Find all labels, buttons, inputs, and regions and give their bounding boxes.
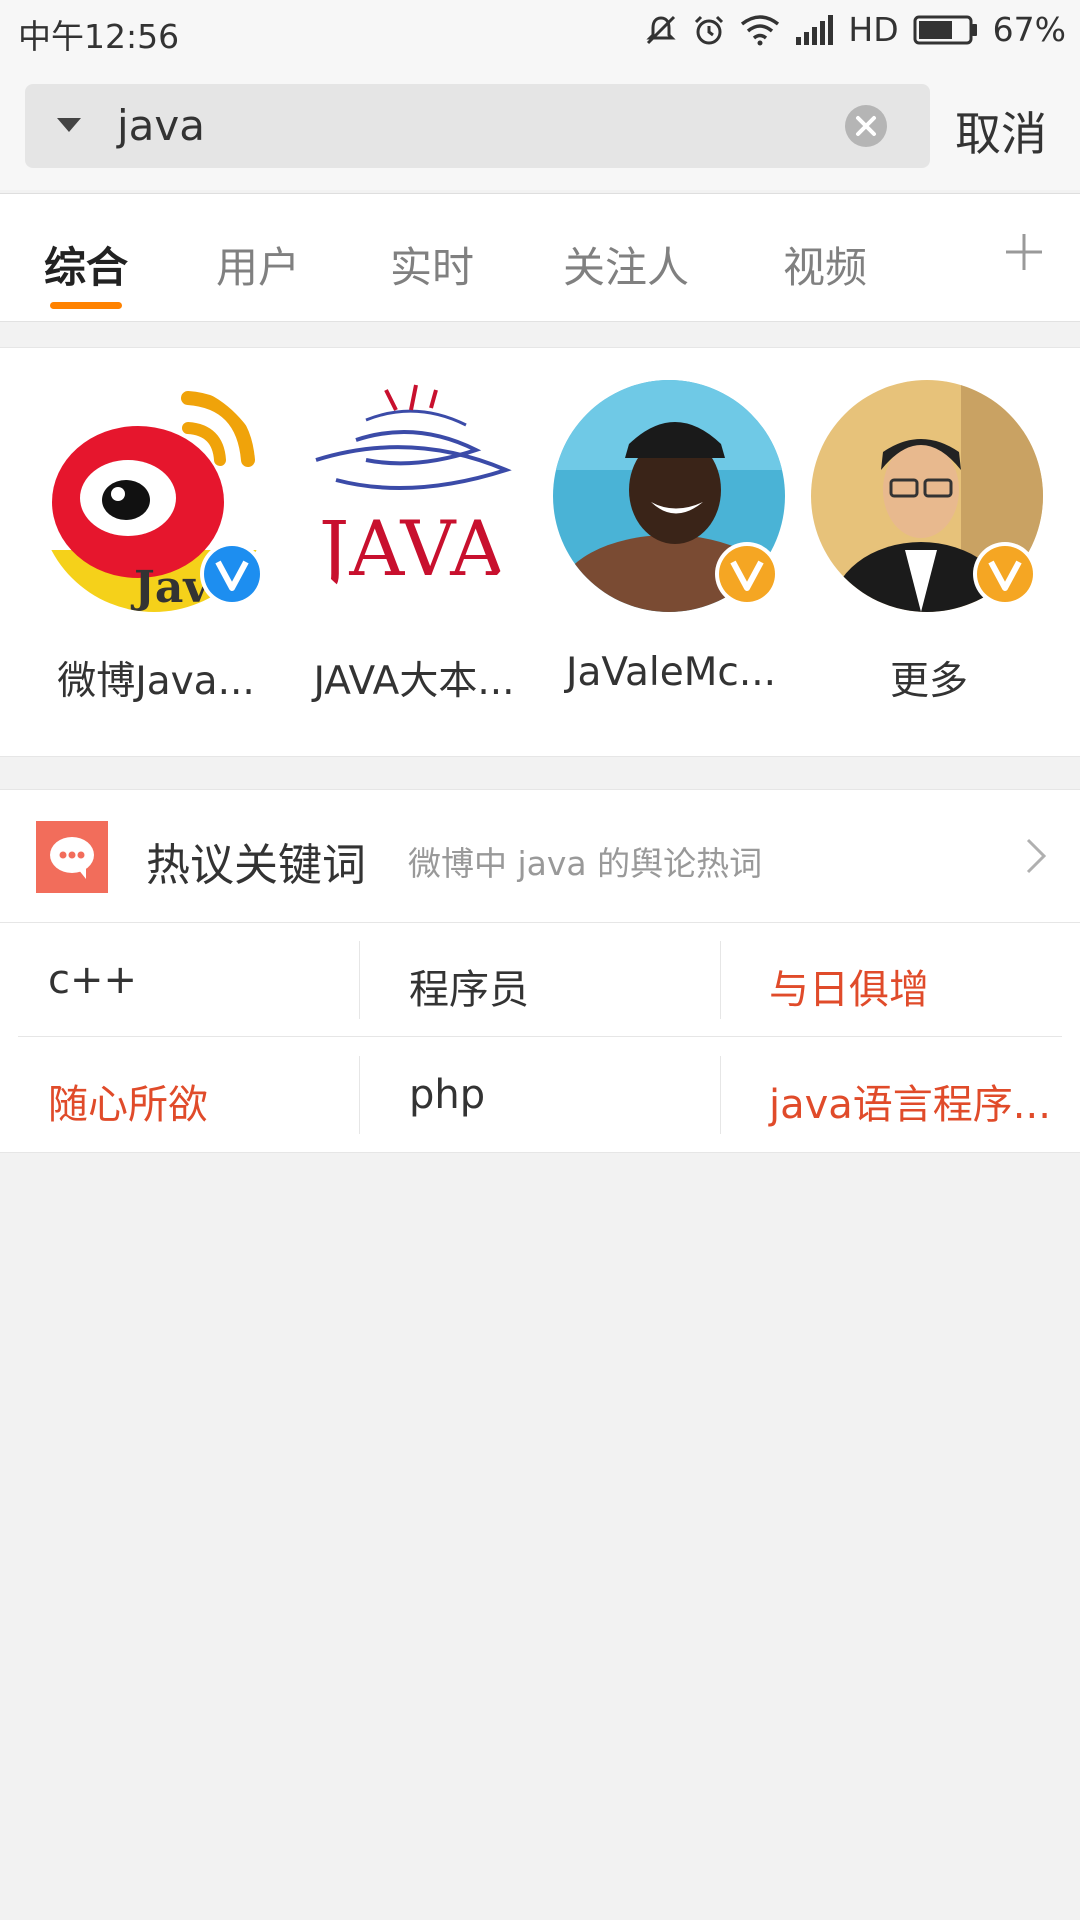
hot-discussion-icon bbox=[36, 821, 108, 893]
users-section: Java 微博Java... JAVA JAVA大本... JaValeMc..… bbox=[0, 347, 1080, 757]
status-bar: 中午12:56 HD 67% bbox=[0, 0, 1080, 62]
hot-keywords-subtitle: 微博中 java 的舆论热词 bbox=[408, 844, 763, 883]
alarm-icon bbox=[695, 15, 724, 44]
user-name: JaValeMc... bbox=[565, 650, 777, 695]
divider bbox=[18, 1036, 1062, 1037]
keyword-item-hot[interactable]: 与日俱增 bbox=[769, 957, 929, 1015]
tab-video[interactable]: 视频 bbox=[783, 234, 867, 295]
search-header: java 取消 bbox=[0, 62, 1080, 190]
tab-comprehensive[interactable]: 综合 bbox=[44, 234, 128, 295]
keyword-item-hot[interactable]: java语言程序... bbox=[769, 1072, 1051, 1130]
tab-realtime[interactable]: 实时 bbox=[390, 234, 474, 295]
network-type: HD bbox=[848, 10, 899, 49]
chevron-right-icon[interactable] bbox=[1024, 836, 1048, 876]
search-input[interactable]: java bbox=[25, 84, 930, 168]
user-name: JAVA大本... bbox=[313, 659, 515, 704]
cancel-button[interactable]: 取消 bbox=[955, 98, 1047, 164]
verified-badge-icon bbox=[200, 542, 264, 606]
add-tab-icon[interactable] bbox=[1002, 230, 1046, 274]
avatar-logo-text: JAVA bbox=[312, 504, 506, 593]
keyword-separator bbox=[359, 941, 360, 1019]
keyword-separator bbox=[720, 1056, 721, 1134]
mute-icon bbox=[646, 15, 677, 44]
hot-keywords-section: 热议关键词 微博中 java 的舆论热词 c++ 程序员 与日俱增 随心所欲 p… bbox=[0, 789, 1080, 1153]
battery-level: 67% bbox=[992, 10, 1066, 49]
search-tab-bar: 综合 用户 实时 关注人 视频 bbox=[0, 193, 1080, 322]
hot-keywords-title: 热议关键词 bbox=[146, 840, 366, 891]
keyword-item[interactable]: c++ bbox=[48, 957, 137, 1003]
active-tab-indicator bbox=[50, 302, 122, 309]
more-users-label: 更多 bbox=[889, 659, 968, 704]
avatar[interactable]: JAVA bbox=[296, 380, 528, 612]
signal-icon bbox=[796, 14, 834, 45]
wifi-icon bbox=[741, 14, 780, 45]
keyword-item[interactable]: 程序员 bbox=[409, 957, 529, 1015]
status-time: 中午12:56 bbox=[18, 17, 180, 56]
hot-keywords-header[interactable]: 热议关键词 微博中 java 的舆论热词 bbox=[0, 790, 1080, 923]
verified-badge-icon bbox=[715, 542, 779, 606]
verified-badge-icon bbox=[973, 542, 1037, 606]
keyword-separator bbox=[359, 1056, 360, 1134]
tab-following[interactable]: 关注人 bbox=[563, 234, 689, 295]
status-icons: HD 67% bbox=[644, 10, 1066, 49]
battery-icon bbox=[913, 15, 977, 44]
clear-search-icon[interactable] bbox=[844, 104, 888, 148]
search-query-text[interactable]: java bbox=[117, 101, 205, 150]
user-name: 微博Java... bbox=[57, 659, 255, 704]
dropdown-triangle-icon[interactable] bbox=[55, 116, 83, 134]
tab-users[interactable]: 用户 bbox=[216, 234, 300, 295]
keyword-item-hot[interactable]: 随心所欲 bbox=[48, 1072, 208, 1130]
keyword-row: 随心所欲 php java语言程序... bbox=[0, 1038, 1080, 1152]
keyword-row: c++ 程序员 与日俱增 bbox=[0, 923, 1080, 1037]
keyword-separator bbox=[720, 941, 721, 1019]
keyword-item[interactable]: php bbox=[409, 1072, 485, 1118]
